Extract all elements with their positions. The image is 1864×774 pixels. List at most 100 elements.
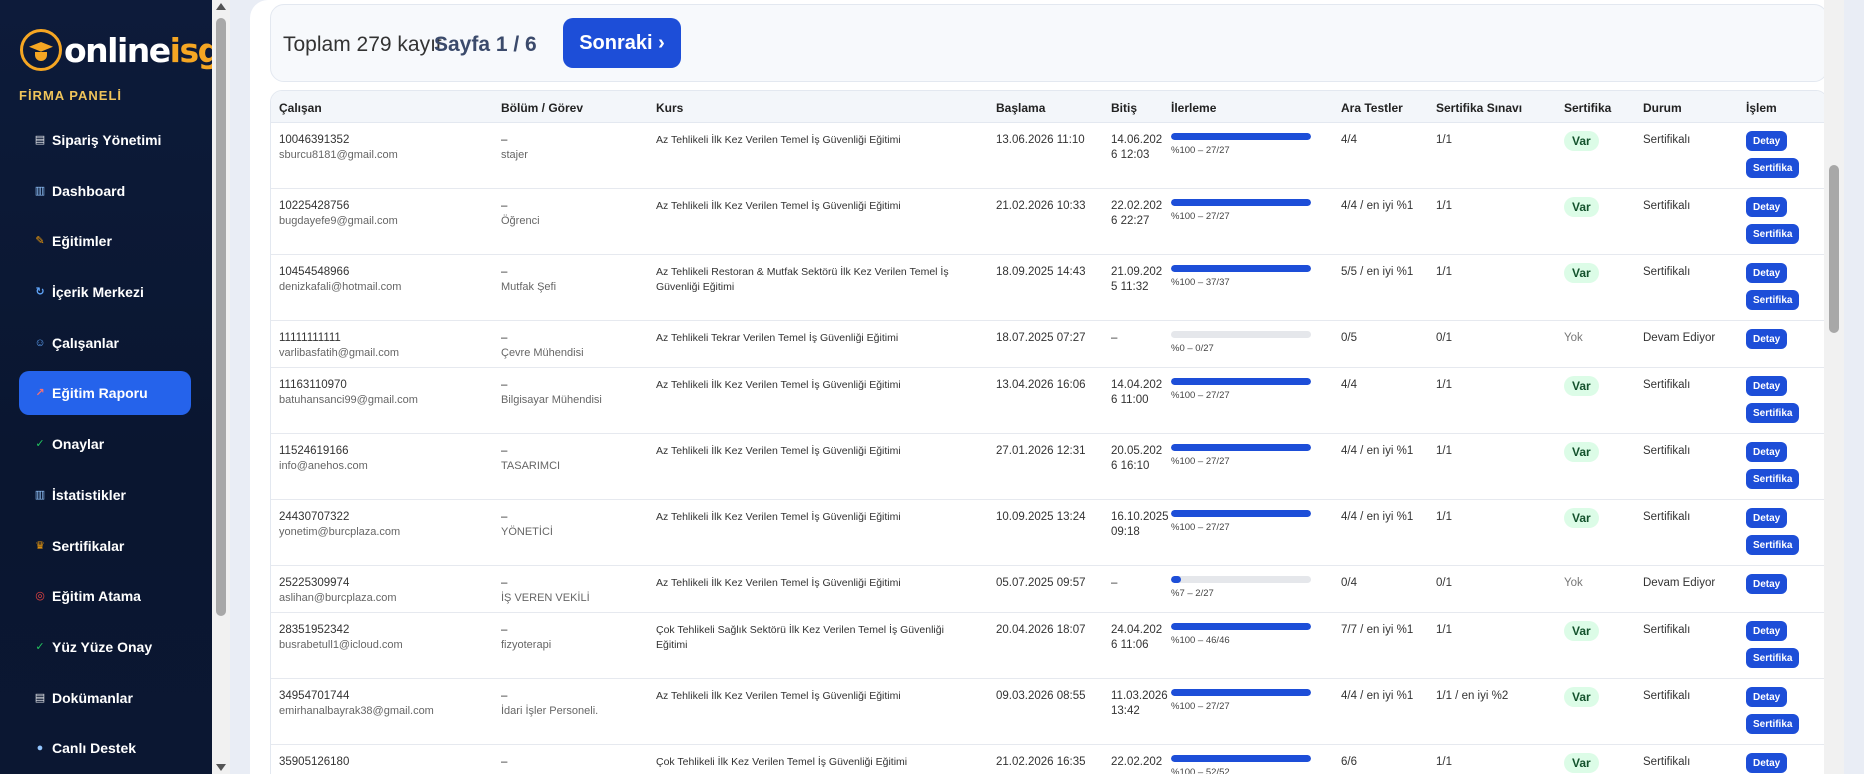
progress-label: %100 – 52/52	[1171, 767, 1230, 774]
detail-button[interactable]: Detay	[1746, 131, 1788, 151]
sidebar-item-7[interactable]: ▥ İstatistikler	[19, 473, 191, 517]
certificate-button[interactable]: Sertifika	[1746, 714, 1800, 734]
start-date: 21.02.2026 16:35	[996, 756, 1086, 768]
certificate-button[interactable]: Sertifika	[1746, 290, 1800, 310]
end-date: 11.03.2026 13:42	[1111, 690, 1168, 717]
column-header[interactable]: Çalışan	[279, 101, 322, 115]
start-date: 27.01.2026 12:31	[996, 445, 1086, 457]
sidebar-item-label: Dashboard	[52, 182, 126, 199]
status: Sertifikalı	[1643, 266, 1691, 278]
column-header[interactable]: Bölüm / Görev	[501, 101, 583, 115]
sidebar-item-3[interactable]: ↻ İçerik Merkezi	[19, 270, 191, 314]
sidebar-item-2[interactable]: ✎ Eğitimler	[19, 219, 191, 263]
certificate-button[interactable]: Sertifika	[1746, 158, 1800, 178]
course-name: Az Tehlikeli Tekrar Verilen Temel İş Güv…	[656, 332, 899, 344]
certificate-exam: 0/1	[1436, 332, 1452, 344]
department: –	[501, 266, 508, 278]
column-header[interactable]: Ara Testler	[1341, 101, 1403, 115]
employee-id: 11163110970	[279, 379, 347, 391]
progress-fill	[1171, 133, 1311, 140]
employee-id: 24430707322	[279, 511, 350, 523]
detail-button[interactable]: Detay	[1746, 197, 1788, 217]
certificate-exam: 1/1	[1436, 511, 1452, 523]
scroll-up-arrow-icon[interactable]	[216, 3, 226, 10]
detail-button[interactable]: Detay	[1746, 263, 1788, 283]
progress-fill	[1171, 265, 1311, 272]
employee-cell: 34954701744 emirhanalbayrak38@gmail.com	[279, 689, 434, 719]
certificate-badge: Var	[1564, 376, 1599, 396]
start-date: 18.09.2025 14:43	[996, 266, 1086, 278]
column-header[interactable]: Sertifika Sınavı	[1436, 101, 1522, 115]
sidebar-item-10[interactable]: ✓ Yüz Yüze Onay	[19, 625, 191, 669]
sidebar-nav: ▤ Sipariş Yönetimi ▥ Dashboard ✎ Eğitimler ↻ İç…	[19, 118, 191, 774]
column-header[interactable]: Kurs	[656, 101, 683, 115]
intermediate-tests: 0/5	[1341, 332, 1357, 344]
detail-button[interactable]: Detay	[1746, 329, 1788, 349]
sidebar-item-6[interactable]: ✓ Onaylar	[19, 422, 191, 466]
sidebar-item-11[interactable]: ▤ Dokümanlar	[19, 676, 191, 720]
detail-button[interactable]: Detay	[1746, 687, 1788, 707]
status: Sertifikalı	[1643, 756, 1691, 768]
sidebar-scrollbar-thumb[interactable]	[216, 18, 226, 616]
logo[interactable]: onlineisg	[20, 28, 221, 72]
sidebar-item-label: Onaylar	[52, 436, 105, 453]
sidebar-item-12[interactable]: ● Canlı Destek	[19, 726, 191, 770]
end-date: 16.10.2025 09:18	[1111, 511, 1169, 538]
certificate-exam: 1/1 / en iyi %2	[1436, 690, 1509, 702]
next-page-button[interactable]: Sonraki ›	[563, 18, 681, 68]
scroll-down-arrow-icon[interactable]	[216, 764, 226, 771]
column-header[interactable]: İşlem	[1746, 101, 1777, 115]
detail-button[interactable]: Detay	[1746, 376, 1788, 396]
role: YÖNETİCİ	[501, 526, 553, 538]
column-header[interactable]: İlerleme	[1171, 101, 1216, 115]
department-cell: – İŞ VEREN VEKİLİ	[501, 576, 590, 606]
status: Sertifikalı	[1643, 134, 1691, 146]
certificate-button[interactable]: Sertifika	[1746, 535, 1800, 555]
employee-cell: 10225428756 bugdayefe9@gmail.com	[279, 199, 398, 229]
department: –	[501, 690, 508, 702]
department: –	[501, 756, 508, 768]
column-header[interactable]: Durum	[1643, 101, 1682, 115]
department-cell: – Öğrenci	[501, 199, 540, 229]
progress: %100 – 27/27	[1171, 689, 1311, 712]
sidebar-item-8[interactable]: ♛ Sertifikalar	[19, 524, 191, 568]
sidebar-scrollbar[interactable]	[212, 0, 230, 774]
certificate-button[interactable]: Sertifika	[1746, 224, 1800, 244]
progress-bar	[1171, 576, 1311, 583]
progress: %100 – 27/27	[1171, 510, 1311, 533]
progress: %100 – 27/27	[1171, 199, 1311, 222]
sidebar-item-0[interactable]: ▤ Sipariş Yönetimi	[19, 118, 191, 162]
department-cell: – Bilgisayar Mühendisi	[501, 378, 602, 408]
employee-email: sburcu8181@gmail.com	[279, 149, 398, 161]
detail-button[interactable]: Detay	[1746, 574, 1788, 594]
detail-button[interactable]: Detay	[1746, 621, 1788, 641]
intermediate-tests: 4/4 / en iyi %1	[1341, 445, 1414, 457]
table-row: 11163110970 batuhansanci99@gmail.com – Bilg…	[271, 368, 1827, 434]
end-date: 14.06.202 6 12:03	[1111, 134, 1163, 161]
column-header[interactable]: Başlama	[996, 101, 1045, 115]
certificate-exam: 1/1	[1436, 445, 1452, 457]
detail-button[interactable]: Detay	[1746, 442, 1788, 462]
end-date: 24.04.202 6 11:06	[1111, 624, 1163, 651]
table-row: 11111111111 varlibasfatih@gmail.com – Çevre…	[271, 321, 1827, 368]
certificate-button[interactable]: Sertifika	[1746, 403, 1800, 423]
sidebar-item-4[interactable]: ☺ Çalışanlar	[19, 321, 191, 365]
certificate-button[interactable]: Sertifika	[1746, 648, 1800, 668]
document-icon: ▤	[34, 691, 46, 704]
table-row: 10046391352 sburcu8181@gmail.com – stajer Az…	[271, 123, 1827, 189]
certificate-button[interactable]: Sertifika	[1746, 469, 1800, 489]
progress: %100 – 46/46	[1171, 623, 1311, 646]
detail-button[interactable]: Detay	[1746, 508, 1788, 528]
main-scrollbar[interactable]	[1824, 0, 1844, 774]
employee-cell: 24430707322 yonetim@burcplaza.com	[279, 510, 400, 540]
sidebar-item-5[interactable]: ↗ Eğitim Raporu	[19, 371, 191, 416]
main-scrollbar-thumb[interactable]	[1829, 165, 1839, 333]
column-header[interactable]: Sertifika	[1564, 101, 1611, 115]
detail-button[interactable]: Detay	[1746, 753, 1788, 773]
certificate-badge: Var	[1564, 197, 1599, 217]
progress-label: %100 – 27/27	[1171, 522, 1230, 533]
sidebar-item-9[interactable]: ◎ Eğitim Atama	[19, 574, 191, 618]
start-date: 09.03.2026 08:55	[996, 690, 1086, 702]
sidebar-item-1[interactable]: ▥ Dashboard	[19, 169, 191, 213]
column-header[interactable]: Bitiş	[1111, 101, 1137, 115]
